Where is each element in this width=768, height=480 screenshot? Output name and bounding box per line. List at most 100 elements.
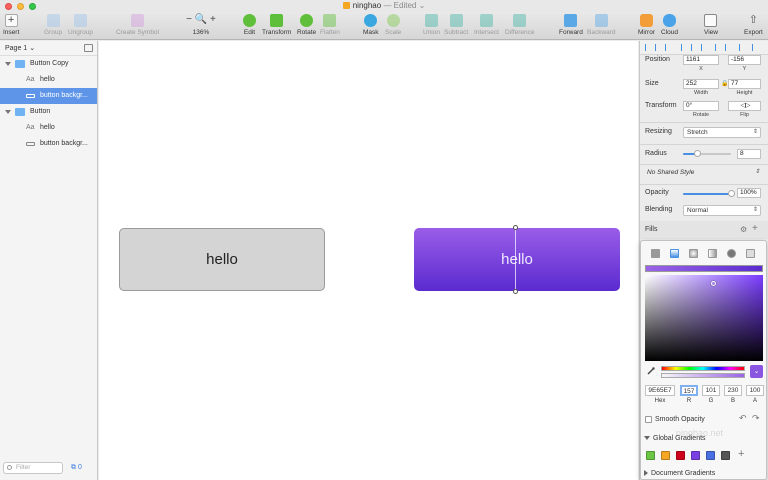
disclosure-triangle-icon[interactable]	[5, 62, 11, 66]
flatten-button[interactable]: Flatten	[320, 14, 340, 36]
page-selector[interactable]: Page 1 ⌄	[0, 41, 97, 56]
layer-group-button-copy[interactable]: Button Copy	[0, 56, 97, 72]
rotate-input[interactable]: 0°	[683, 101, 719, 111]
pattern-fill-icon[interactable]	[727, 249, 736, 258]
blending-select[interactable]: Normal ⇕	[683, 205, 761, 216]
gradient-swatch[interactable]	[646, 451, 655, 460]
group-button[interactable]: Group	[44, 14, 62, 36]
distribute-vertical-icon[interactable]	[725, 44, 732, 51]
union-button[interactable]: Union	[423, 14, 440, 36]
gradient-preview-bar[interactable]	[645, 265, 763, 272]
export-button[interactable]: ⇧ Export	[744, 14, 763, 36]
align-middle-icon[interactable]	[691, 44, 698, 51]
smooth-opacity-checkbox[interactable]	[645, 416, 652, 423]
blue-input[interactable]: 230	[724, 385, 742, 396]
alpha-input[interactable]: 100	[746, 385, 764, 396]
align-top-icon[interactable]	[681, 44, 688, 51]
align-baseline-icon[interactable]	[739, 44, 746, 51]
green-input[interactable]: 101	[702, 385, 720, 396]
gradient-end-handle[interactable]	[513, 289, 518, 294]
solid-fill-icon[interactable]	[651, 249, 660, 258]
purple-button-artboard[interactable]: hello	[414, 228, 620, 291]
position-y-input[interactable]: -156	[728, 55, 761, 65]
undo-icon[interactable]: ↶	[739, 413, 747, 424]
document-gradients-header[interactable]: Document Gradients	[644, 470, 715, 477]
angular-gradient-icon[interactable]	[708, 249, 717, 258]
height-input[interactable]: 77	[728, 79, 761, 89]
layer-rect-button-background[interactable]: button backgr...	[0, 88, 97, 104]
ungroup-button[interactable]: Ungroup	[68, 14, 93, 36]
view-button[interactable]: View	[704, 14, 718, 36]
align-left-icon[interactable]	[645, 44, 652, 51]
gray-button-artboard[interactable]: hello	[119, 228, 325, 291]
intersect-button[interactable]: Intersect	[474, 14, 499, 36]
color-swatches-button[interactable]: ⌄	[750, 365, 763, 378]
width-input[interactable]: 252	[683, 79, 719, 89]
mask-button[interactable]: Mask	[363, 14, 379, 36]
layer-group-button[interactable]: Button	[0, 104, 97, 120]
radius-input[interactable]: 8	[737, 149, 761, 159]
edit-button[interactable]: Edit	[243, 14, 256, 36]
mirror-button[interactable]: Mirror	[638, 14, 655, 36]
transform-button[interactable]: Transform	[262, 14, 291, 36]
difference-button[interactable]: Difference	[505, 14, 535, 36]
align-right-icon[interactable]	[665, 44, 672, 51]
gradient-swatch[interactable]	[706, 451, 715, 460]
linear-gradient-icon[interactable]	[670, 249, 679, 258]
layer-text-hello[interactable]: Aa hello	[0, 72, 97, 88]
layer-rect-button-background[interactable]: button backgr...	[0, 136, 97, 152]
global-gradients-header[interactable]: Global Gradients	[644, 435, 706, 442]
hex-input[interactable]: 9E65E7	[645, 385, 675, 396]
opacity-slider[interactable]	[683, 190, 735, 197]
alpha-slider[interactable]	[661, 373, 745, 378]
align-bottom-icon[interactable]	[701, 44, 708, 51]
canvas[interactable]: hello hello	[99, 41, 638, 480]
resizing-select[interactable]: Stretch ⇕	[683, 127, 761, 138]
edited-status[interactable]: — Edited	[383, 1, 416, 10]
shared-style-select[interactable]: No Shared Style ⇕	[644, 168, 762, 179]
create-symbol-button[interactable]: Create Symbol	[116, 14, 159, 36]
cloud-button[interactable]: Cloud	[661, 14, 678, 36]
align-center-icon[interactable]	[655, 44, 662, 51]
radius-slider[interactable]	[683, 150, 731, 157]
red-input[interactable]: 157	[680, 385, 698, 396]
layer-text-hello[interactable]: Aa hello	[0, 120, 97, 136]
zoom-control[interactable]: − 🔍 + 136%	[184, 14, 218, 36]
symbols-filter-icon[interactable]: ⧉	[71, 464, 76, 471]
scale-button[interactable]: Scale	[385, 14, 401, 36]
gradient-swatch[interactable]	[691, 451, 700, 460]
flip-buttons[interactable]: ◁▷	[728, 101, 761, 111]
add-page-icon[interactable]	[84, 44, 93, 52]
forward-button[interactable]: Forward	[559, 14, 583, 36]
add-fill-icon[interactable]: +	[752, 223, 758, 234]
position-x-input[interactable]: 1161	[683, 55, 719, 65]
gradient-swatch[interactable]	[721, 451, 730, 460]
gradient-start-handle[interactable]	[513, 225, 518, 230]
gear-icon[interactable]: ⚙	[740, 225, 747, 234]
gradient-swatch[interactable]	[661, 451, 670, 460]
redo-icon[interactable]: ↷	[752, 413, 760, 424]
disclosure-triangle-icon[interactable]	[5, 110, 11, 114]
color-picker-cursor[interactable]	[711, 281, 716, 286]
gray-button-text[interactable]: hello	[206, 251, 238, 268]
gradient-swatch[interactable]	[676, 451, 685, 460]
opacity-slider-knob[interactable]	[727, 190, 735, 197]
noise-fill-icon[interactable]	[746, 249, 755, 258]
opacity-input[interactable]: 100%	[737, 188, 761, 198]
purple-button-text[interactable]: hello	[501, 251, 533, 268]
rotate-button[interactable]: Rotate	[297, 14, 316, 36]
layer-filter-options[interactable]: ⧉ 0	[71, 464, 82, 472]
layer-filter-input[interactable]: Filter	[3, 462, 63, 474]
add-swatch-icon[interactable]: +	[738, 448, 744, 460]
backward-button[interactable]: Backward	[587, 14, 616, 36]
saturation-brightness-picker[interactable]	[645, 275, 763, 361]
distribute-horizontal-icon[interactable]	[715, 44, 722, 51]
flip-horizontal-icon[interactable]: ◁▷	[741, 102, 751, 109]
radial-gradient-icon[interactable]	[689, 249, 698, 258]
insert-button[interactable]: + Insert	[3, 14, 19, 36]
hue-slider[interactable]	[661, 366, 745, 371]
eyedropper-icon[interactable]	[647, 367, 655, 375]
align-edges-icon[interactable]	[752, 44, 759, 51]
radius-slider-knob[interactable]	[693, 150, 701, 157]
gradient-direction-line[interactable]	[515, 228, 516, 291]
